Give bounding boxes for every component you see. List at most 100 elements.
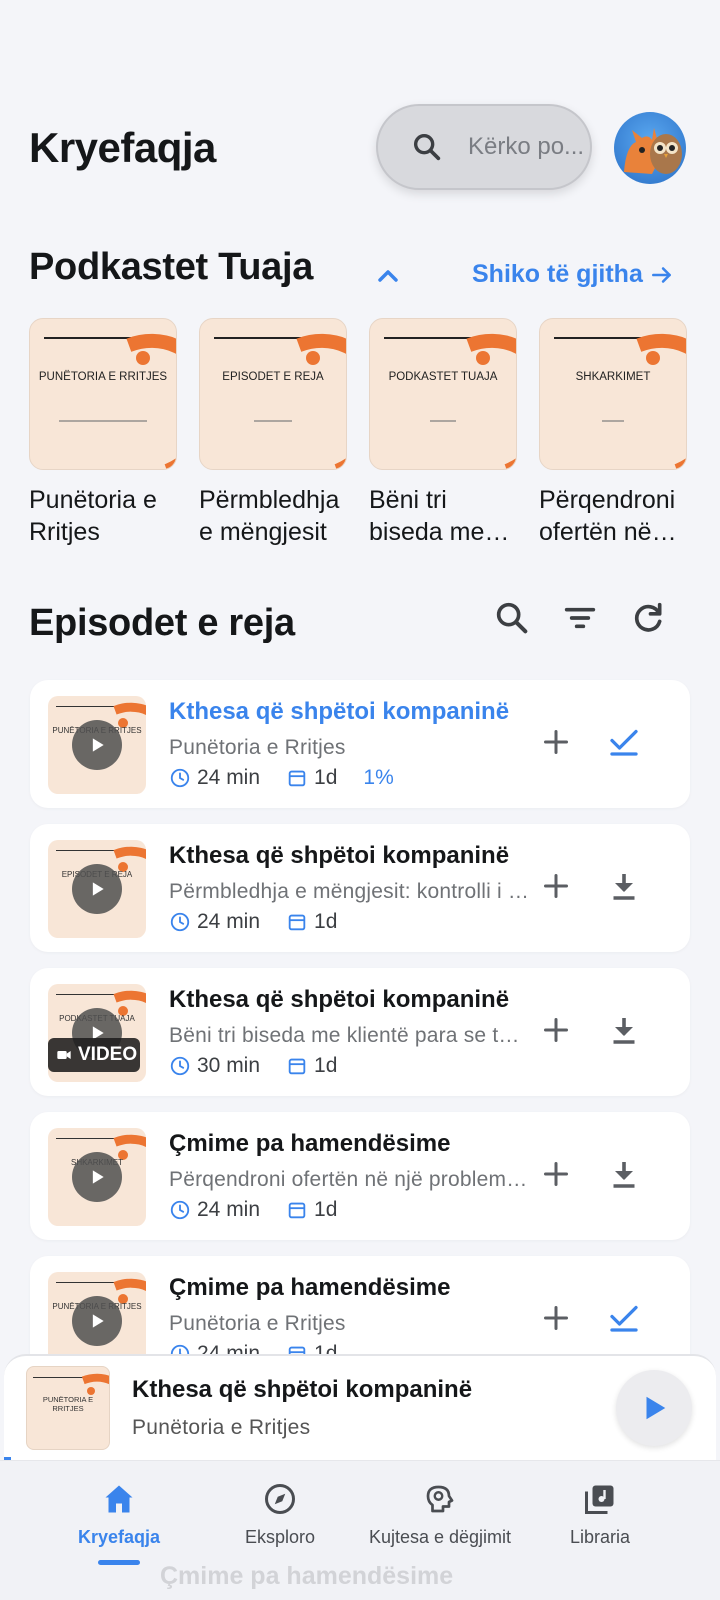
add-to-queue-icon[interactable] <box>538 1156 574 1192</box>
see-all-label: Shiko të gjitha <box>472 260 643 288</box>
episode-age: 1d <box>314 766 338 789</box>
nav-label: Kujtesa e dëgjimit <box>368 1527 512 1547</box>
episode-subtitle: Bëni tri biseda me klientë para se të nd… <box>169 1024 529 1047</box>
episode-duration: 30 min <box>197 1054 261 1077</box>
episode-subtitle: Përqendroni ofertën në një problem të ve… <box>169 1168 529 1191</box>
episode-cover[interactable]: EPISODET E REJA <box>48 840 146 938</box>
add-to-queue-icon[interactable] <box>538 724 574 760</box>
play-icon <box>92 738 104 752</box>
mini-player-title: Kthesa që shpëtoi kompaninë <box>132 1376 473 1403</box>
download-icon[interactable] <box>606 1012 642 1048</box>
podcast-card[interactable]: PODKASTET TUAJA Bëni tri biseda me klien… <box>369 318 517 548</box>
podcasts-section-title: Podkastet Tuaja <box>29 246 314 288</box>
check-icon[interactable] <box>606 724 642 760</box>
episode-age: 1d <box>314 910 338 933</box>
play-icon <box>92 882 104 896</box>
avatar[interactable] <box>614 112 686 184</box>
episode-age: 1d <box>314 1198 338 1221</box>
clock-icon <box>170 1056 190 1076</box>
compass-icon <box>265 1484 295 1514</box>
episode-title: Kthesa që shpëtoi kompaninë <box>169 842 510 869</box>
podcast-name: Bëni tri biseda me klientë <box>369 486 485 546</box>
episode-cover[interactable]: SHKARKIMET <box>48 1128 146 1226</box>
mini-player-cover: PUNËTORIA E RRITJES <box>26 1366 110 1450</box>
episode-age: 1d <box>314 1054 338 1077</box>
scrolled-content-behind-nav: Çmime pa hamendësime <box>160 1562 454 1590</box>
episode-meta: 24 min 1d <box>169 1198 337 1222</box>
episode-meta: 24 min 1d 1% <box>169 766 394 790</box>
play-icon <box>92 1170 104 1184</box>
home-icon <box>105 1485 133 1513</box>
podcast-cover: PUNËTORIA E RRITJES <box>29 318 177 470</box>
download-icon[interactable] <box>606 1156 642 1192</box>
page-title: Kryefaqja <box>29 124 216 171</box>
podcast-card[interactable]: PUNËTORIA E RRITJES Punëtoria e Rritjes <box>29 318 177 548</box>
nav-label: Eksploro <box>244 1527 316 1547</box>
episode-cover[interactable]: PUNËTORIA E RRITJES <box>48 696 146 794</box>
cover-caption: PUNËTORIA E RRITJES <box>42 1395 94 1413</box>
play-overlay-button[interactable] <box>72 720 122 770</box>
podcast-cover: PODKASTET TUAJA <box>369 318 517 470</box>
podcast-carousel: PUNËTORIA E RRITJES Punëtoria e Rritjes … <box>29 318 687 548</box>
library-icon <box>585 1485 614 1514</box>
episode-list: PUNËTORIA E RRITJES Kthesa që shpëtoi ko… <box>30 680 690 1400</box>
check-icon[interactable] <box>606 1300 642 1336</box>
filter-icon[interactable] <box>560 598 600 638</box>
play-button[interactable] <box>616 1370 692 1446</box>
nav-item-home[interactable]: Kryefaqja <box>29 1481 209 1565</box>
episode-duration: 24 min <box>197 910 261 933</box>
mini-player-subtitle: Punëtoria e Rritjes <box>132 1416 311 1439</box>
episode-title: Çmime pa hamendësime <box>169 1274 451 1301</box>
podcast-name: Punëtoria e Rritjes <box>29 486 157 546</box>
play-overlay-button[interactable] <box>72 1152 122 1202</box>
episode-meta: 24 min 1d <box>169 910 337 934</box>
episodes-toolbar <box>492 598 668 638</box>
episode-title: Kthesa që shpëtoi kompaninë <box>169 986 510 1013</box>
podcast-cover: EPISODET E REJA <box>199 318 347 470</box>
clock-icon <box>170 768 190 788</box>
podcast-card[interactable]: SHKARKIMET Përqendroni ofertën në një pr… <box>539 318 687 548</box>
play-overlay-button[interactable] <box>72 864 122 914</box>
top-bar: Kryefaqja Kërko po... <box>0 100 720 196</box>
calendar-icon <box>288 770 306 787</box>
chevron-up-icon[interactable] <box>372 260 404 292</box>
avatar-image <box>624 128 682 174</box>
cover-caption: PUNËTORIA E RRITJES <box>38 371 168 383</box>
active-indicator <box>98 1560 140 1565</box>
episode-row[interactable]: PUNËTORIA E RRITJES Kthesa që shpëtoi ko… <box>30 680 690 808</box>
brain-icon <box>426 1485 454 1513</box>
podcast-card[interactable]: EPISODET E REJA Përmbledhja e mëngjesit <box>199 318 347 548</box>
episode-subtitle: Përmbledhja e mëngjesit: kontrolli i kal… <box>169 880 529 903</box>
nav-item-explore[interactable]: Eksploro <box>190 1481 370 1548</box>
episode-title: Çmime pa hamendësime <box>169 1130 451 1157</box>
add-to-queue-icon[interactable] <box>538 1012 574 1048</box>
nav-item-listening-memory[interactable]: Kujtesa e dëgjimit <box>350 1481 530 1548</box>
search-icon <box>413 133 441 161</box>
calendar-icon <box>288 1058 306 1075</box>
video-badge: VIDEO <box>48 1038 140 1072</box>
calendar-icon <box>288 914 306 931</box>
home-screen: Kryefaqja Kërko po... Podkastet Tuaja Sh… <box>0 0 720 1600</box>
episode-row[interactable]: PODKASTET TUAJA VIDEO Kthesa që shpëtoi … <box>30 968 690 1096</box>
download-icon[interactable] <box>606 868 642 904</box>
add-to-queue-icon[interactable] <box>538 1300 574 1336</box>
search-placeholder: Kërko po... <box>468 133 585 160</box>
see-all-link[interactable]: Shiko të gjitha <box>472 260 675 289</box>
mini-player[interactable]: PUNËTORIA E RRITJES Kthesa që shpëtoi ko… <box>4 1354 716 1460</box>
episode-row[interactable]: EPISODET E REJA Kthesa që shpëtoi kompan… <box>30 824 690 952</box>
episode-row[interactable]: SHKARKIMET Çmime pa hamendësime Përqendr… <box>30 1112 690 1240</box>
cover-caption: EPISODET E REJA <box>222 371 324 383</box>
podcast-name: Përqendroni ofertën në një problem <box>539 486 676 546</box>
episode-progress: 1% <box>363 766 394 789</box>
refresh-icon[interactable] <box>628 598 668 638</box>
nav-item-library[interactable]: Libraria <box>510 1481 690 1548</box>
arrow-right-icon <box>651 266 671 283</box>
clock-icon <box>170 912 190 932</box>
episode-title: Kthesa që shpëtoi kompaninë <box>169 698 510 725</box>
play-overlay-button[interactable] <box>72 1296 122 1346</box>
nav-label: Libraria <box>569 1527 631 1547</box>
add-to-queue-icon[interactable] <box>538 868 574 904</box>
search-input[interactable]: Kërko po... <box>376 104 592 190</box>
search-icon[interactable] <box>492 598 532 638</box>
videocam-icon <box>57 1051 71 1059</box>
